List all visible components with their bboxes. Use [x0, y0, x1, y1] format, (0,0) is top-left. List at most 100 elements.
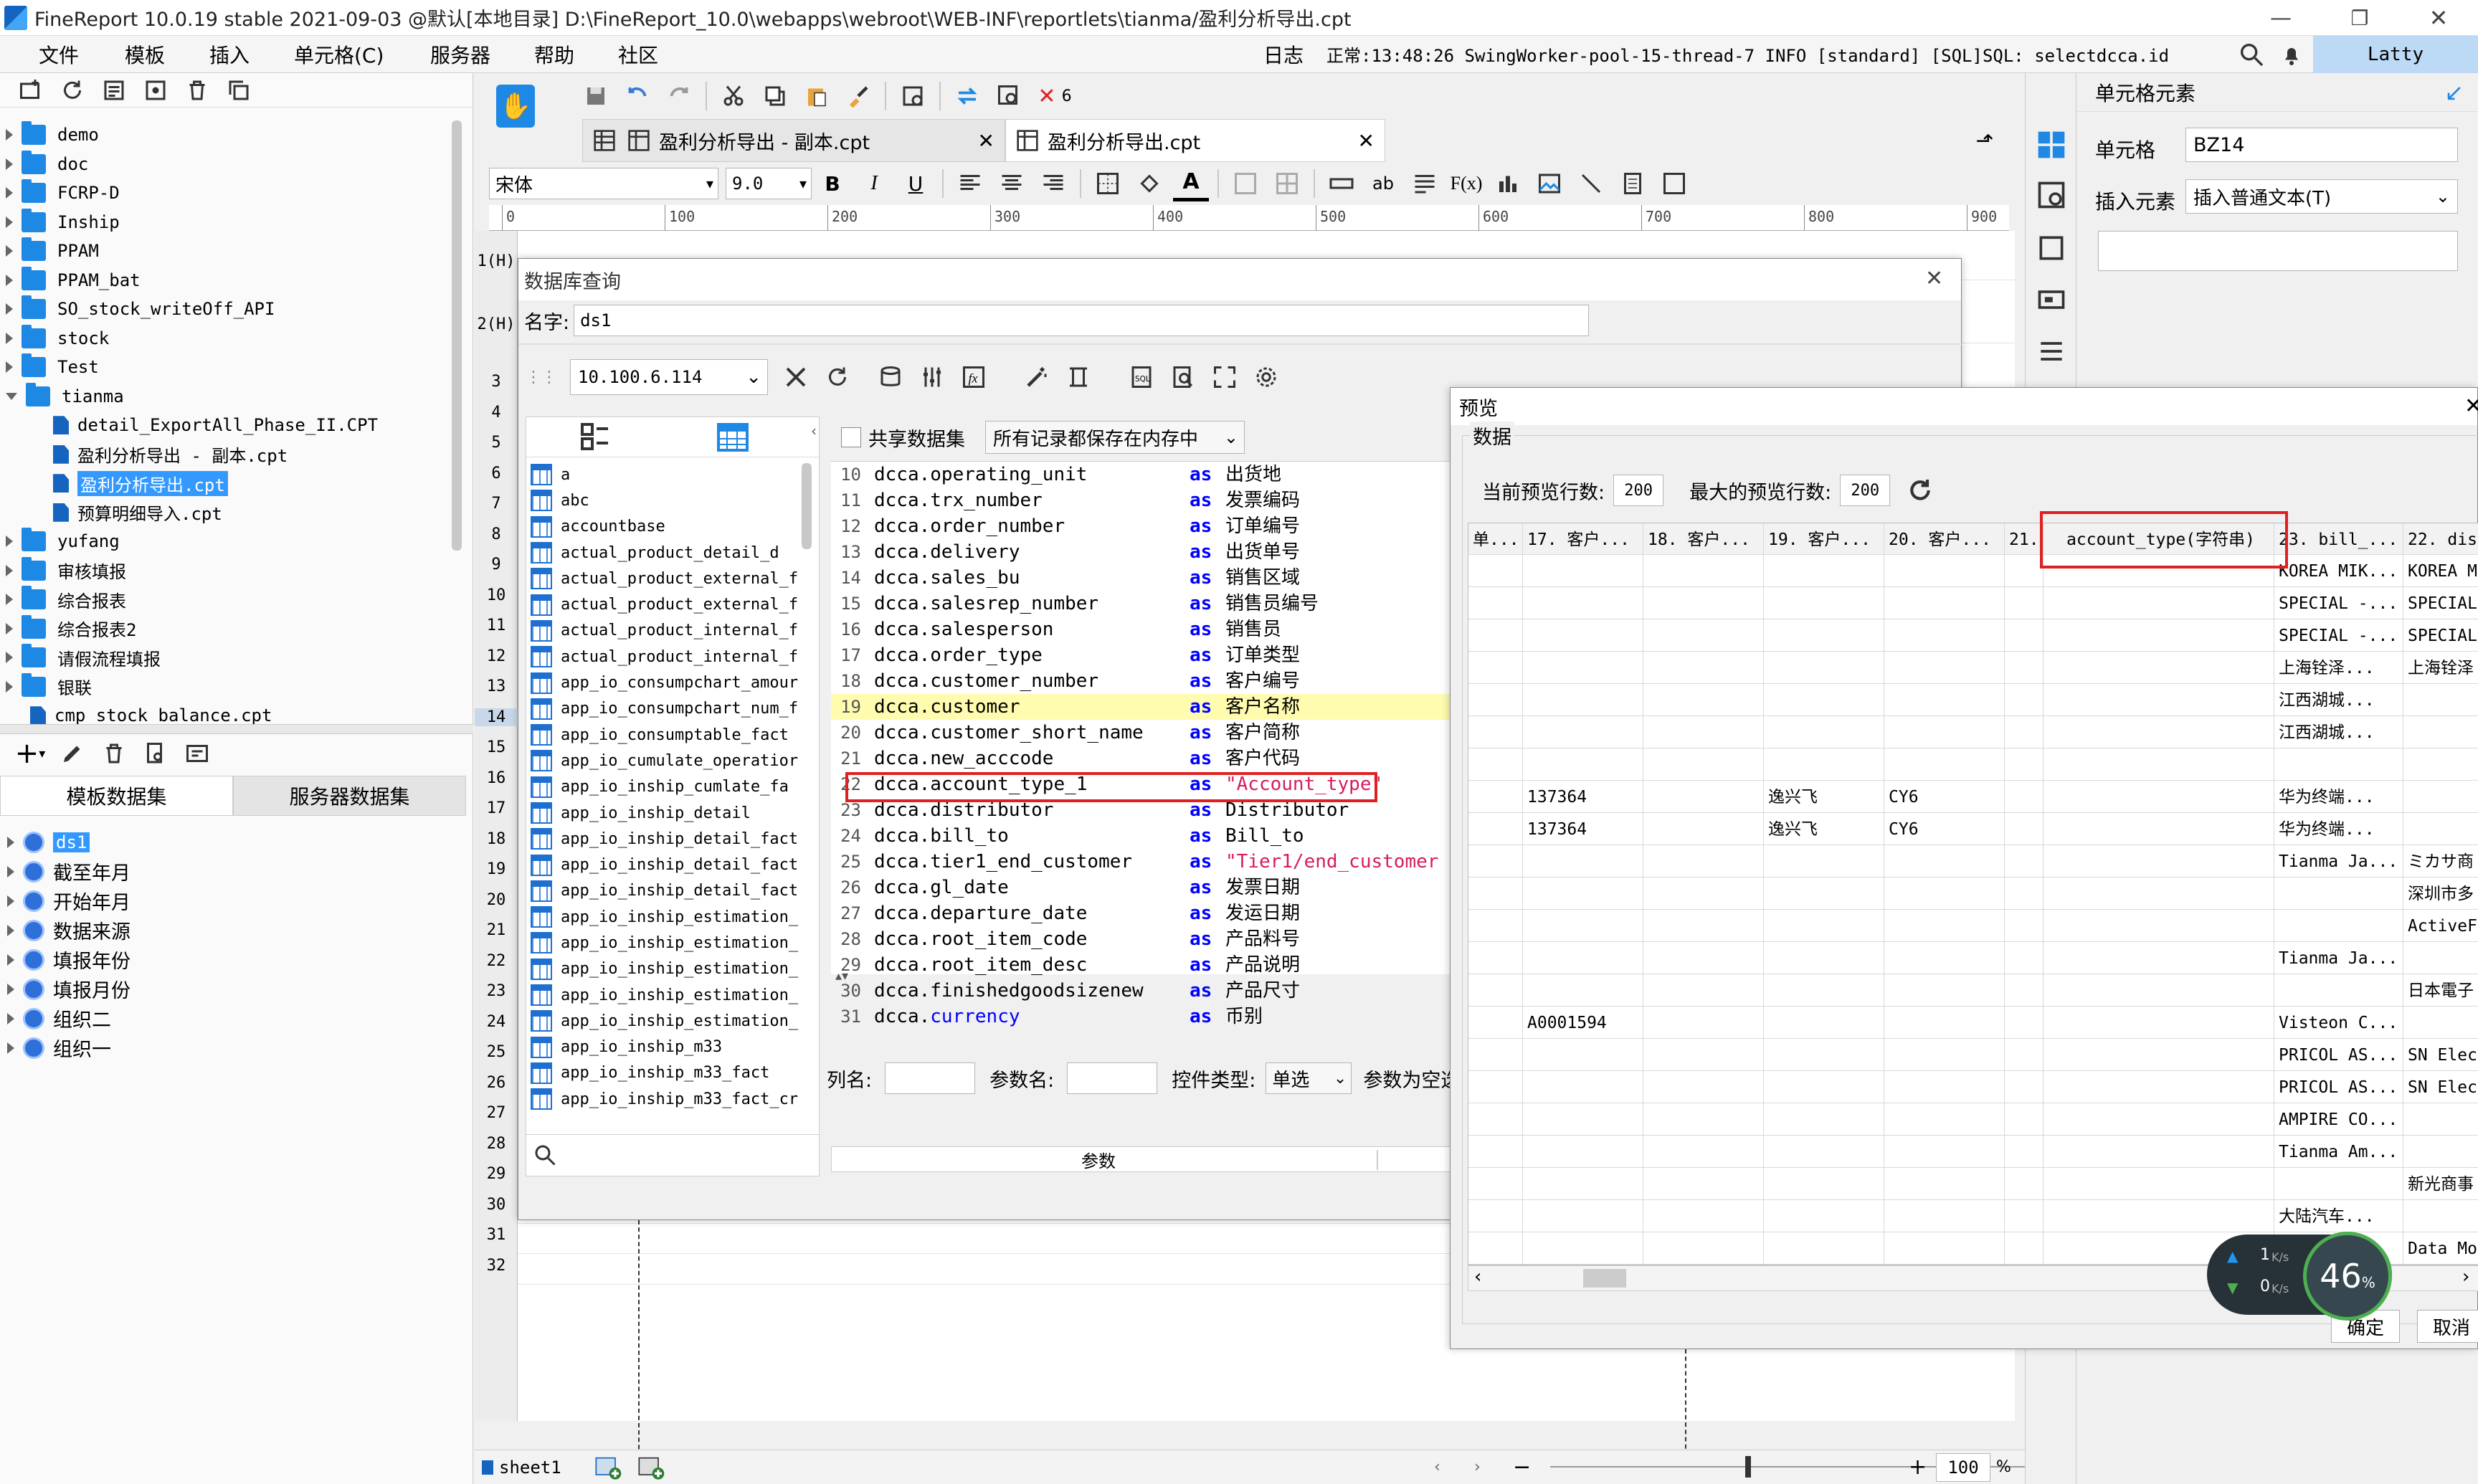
row-number[interactable]: 15 [475, 738, 518, 756]
preview-cell[interactable]: A0001594 [1523, 1007, 1643, 1039]
delete-icon[interactable] [179, 72, 215, 108]
preview-cell[interactable] [1764, 1232, 1884, 1265]
preview-cell[interactable] [1884, 716, 2005, 748]
pagination-icon[interactable] [1060, 359, 1096, 395]
table-item[interactable]: app_io_inship_m33_fact [526, 1060, 799, 1086]
row-number[interactable]: 9 [475, 556, 518, 574]
preview-cell[interactable] [1523, 1136, 1643, 1168]
table-item[interactable]: app_io_inship_detail_fact [526, 878, 799, 904]
preview-cell[interactable] [2043, 813, 2274, 845]
cache-select[interactable]: 所有记录都保存在内存中 ⌄ [985, 421, 1245, 454]
preview-cell[interactable] [1764, 555, 1884, 587]
preview-cell[interactable]: KOREA M [2403, 555, 2478, 587]
preview-cell[interactable] [2005, 781, 2043, 813]
preview-cell[interactable] [2403, 1136, 2478, 1168]
preview-cell[interactable] [1884, 619, 2005, 652]
preview-cell[interactable] [1523, 716, 1643, 748]
font-size-select[interactable]: 9.0 ▾ [726, 168, 812, 199]
row-number[interactable]: 5 [475, 434, 518, 452]
preview-cell[interactable] [1764, 652, 1884, 684]
merge-icon[interactable] [1228, 166, 1263, 201]
preview-cell[interactable] [1643, 684, 1764, 716]
preview-cell[interactable] [1643, 1200, 1764, 1232]
preview-cell[interactable] [2274, 877, 2403, 910]
preview-cell[interactable] [1523, 555, 1643, 587]
chevron-right-icon[interactable] [7, 983, 14, 995]
menu-cell[interactable]: 单元格(C) [294, 40, 384, 69]
row-number[interactable]: 14 [475, 708, 518, 726]
align-right-icon[interactable] [1035, 166, 1071, 201]
preview-cell[interactable] [1468, 877, 1523, 910]
sheet-tab[interactable]: sheet1 [499, 1457, 561, 1478]
preview-cell[interactable] [1884, 1039, 2005, 1071]
menu-community[interactable]: 社区 [618, 40, 658, 69]
preview-cell[interactable]: 华为终端... [2274, 781, 2403, 813]
row-number[interactable]: 2(H) [475, 315, 518, 333]
row-number[interactable]: 8 [475, 525, 518, 543]
align-center-icon[interactable] [994, 166, 1030, 201]
preview-cell[interactable]: 逸兴飞 [1764, 781, 1884, 813]
preview-cell[interactable] [2005, 813, 2043, 845]
condition-icon[interactable] [2036, 336, 2067, 367]
ctrl-type-select[interactable]: 单选 ⌄ [1266, 1062, 1352, 1094]
preview-cell[interactable] [1643, 748, 1764, 781]
chevron-right-icon[interactable] [7, 895, 14, 907]
preview-cell[interactable] [1468, 1168, 1523, 1200]
preview-cell[interactable] [1523, 1168, 1643, 1200]
preview-cell[interactable] [1643, 652, 1764, 684]
border-icon[interactable] [1090, 166, 1126, 201]
preview-cell[interactable] [1468, 974, 1523, 1007]
preview-cell[interactable] [2274, 974, 2403, 1007]
tree-item[interactable]: 请假流程填报 [0, 643, 459, 672]
table-item[interactable]: actual_product_internal_f [526, 618, 799, 644]
dataset-item[interactable]: 截至年月 [0, 857, 459, 886]
preview-cell[interactable] [1468, 1232, 1523, 1265]
preview-cell[interactable] [2043, 974, 2274, 1007]
preview-cell[interactable] [1884, 1007, 2005, 1039]
preview-cell[interactable] [1884, 1103, 2005, 1136]
preview-cell[interactable] [1884, 1200, 2005, 1232]
table-item[interactable]: actual_product_detail_d [526, 540, 799, 566]
dataset-item[interactable]: 组织一 [0, 1033, 459, 1062]
chevron-right-icon[interactable] [7, 1042, 14, 1054]
preview-cell[interactable] [1764, 1071, 1884, 1103]
minimize-icon[interactable]: — [2241, 0, 2320, 36]
collapse-arrow-icon[interactable]: ‹ [811, 422, 817, 439]
preview-cell[interactable] [1643, 716, 1764, 748]
error-count-icon[interactable]: ✕ 6 [1030, 78, 1080, 114]
preview-cell[interactable] [2005, 845, 2043, 877]
preview-column-header[interactable]: 18. 客户... [1643, 523, 1764, 555]
preview-cell[interactable] [2043, 587, 2274, 619]
row-number[interactable]: 7 [475, 495, 518, 513]
row-number[interactable]: 6 [475, 465, 518, 482]
table-item[interactable]: app_io_inship_detail_fact [526, 852, 799, 877]
preview-cell[interactable] [1884, 1136, 2005, 1168]
row-number[interactable]: 29 [475, 1165, 518, 1183]
preview-cell[interactable] [1523, 684, 1643, 716]
restore-icon[interactable]: ❐ [2320, 0, 2399, 36]
preview-cell[interactable] [2005, 1136, 2043, 1168]
drag-handle-icon[interactable]: ⋮⋮ [526, 368, 557, 386]
zoom-in-icon[interactable]: + [1909, 1455, 1927, 1480]
table-item[interactable]: app_io_inship_estimation_ [526, 1008, 799, 1034]
format-brush-icon[interactable] [840, 78, 876, 114]
preview-cell[interactable] [2274, 1168, 2403, 1200]
preview-query-icon[interactable] [1165, 359, 1201, 395]
bold-icon[interactable]: B [815, 166, 850, 201]
preview-cell[interactable] [2005, 1071, 2043, 1103]
preview-cell[interactable] [1764, 1039, 1884, 1071]
preview-cell[interactable] [1764, 942, 1884, 974]
preview-cell[interactable] [1468, 1136, 1523, 1168]
preview-cell[interactable] [1468, 942, 1523, 974]
chevron-right-icon[interactable] [7, 865, 14, 877]
magic-icon[interactable] [1019, 359, 1055, 395]
preview-cell[interactable] [1884, 1232, 2005, 1265]
preview-cell[interactable] [2043, 781, 2274, 813]
row-number[interactable]: 31 [475, 1226, 518, 1244]
preview-cell[interactable] [1523, 619, 1643, 652]
scroll-thumb[interactable] [1583, 1269, 1626, 1288]
dataset-item[interactable]: ds1 [0, 827, 459, 857]
chevron-down-icon[interactable] [6, 392, 17, 400]
preview-cell[interactable] [2005, 1168, 2043, 1200]
preview-cell[interactable] [1468, 1039, 1523, 1071]
